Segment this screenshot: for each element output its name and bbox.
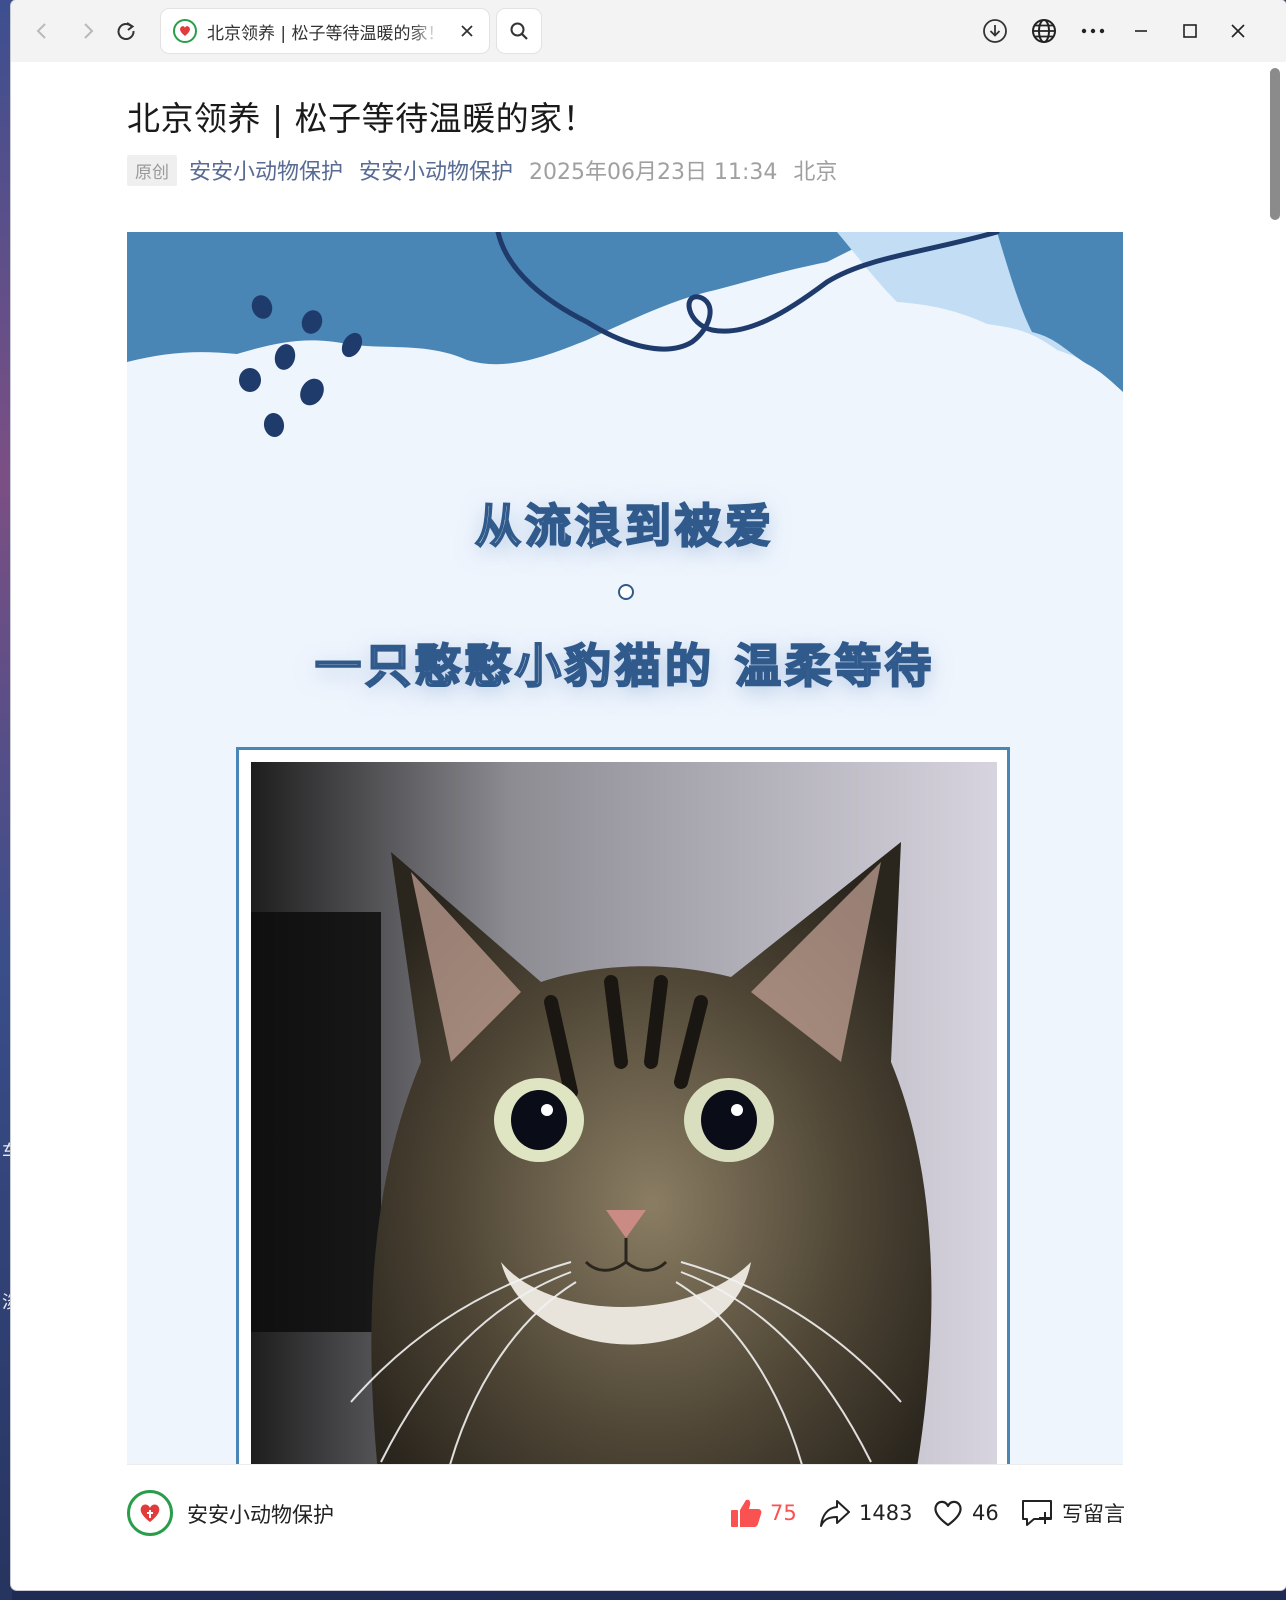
article-title: 北京领养 | 松子等待温暖的家！ xyxy=(127,99,597,138)
like-button[interactable]: 75 xyxy=(730,1495,797,1531)
account-avatar[interactable] xyxy=(127,1490,173,1536)
translate-button[interactable] xyxy=(1027,14,1061,48)
original-tag: 原创 xyxy=(127,154,177,186)
maximize-icon xyxy=(1183,24,1197,38)
comment-icon xyxy=(1022,1500,1052,1526)
site-logo-icon xyxy=(173,19,197,43)
forward-icon xyxy=(84,23,94,39)
window-close-button[interactable] xyxy=(1221,14,1255,48)
scrollbar-thumb[interactable] xyxy=(1270,68,1280,220)
banner-headline-1: 从流浪到被爱 xyxy=(474,498,775,554)
title-bar: 北京领养 | 松子等待温暖的家！ xyxy=(11,0,1286,62)
author-link[interactable]: 安安小动物保护 xyxy=(189,154,343,186)
vertical-scrollbar[interactable] xyxy=(1264,62,1286,1590)
tab-title: 北京领养 | 松子等待温暖的家！ xyxy=(207,23,439,44)
publish-date: 2025年06月23日 11:34 xyxy=(529,160,778,185)
article-cover-image: 从流浪到被爱 一只憨憨小豹猫的 温柔等待 xyxy=(127,232,1123,1464)
download-icon xyxy=(983,19,1007,43)
globe-icon xyxy=(1032,19,1056,43)
comment-button[interactable]: 写留言 xyxy=(1020,1495,1125,1531)
article-action-bar: 安安小动物保护 75 1483 46 写留言 xyxy=(127,1464,1125,1561)
cat-photo xyxy=(251,762,997,1464)
browser-tab[interactable]: 北京领养 | 松子等待温暖的家！ xyxy=(161,9,489,53)
banner-dot-ornament xyxy=(618,584,634,600)
refresh-button[interactable] xyxy=(109,14,143,48)
tab-close-button[interactable] xyxy=(455,19,479,43)
minimize-icon xyxy=(1135,30,1147,32)
more-icon xyxy=(1081,28,1105,34)
browser-window: 北京领养 | 松子等待温暖的家！ 北京领养 | 松子等待温暖的家！ 原创 安安小… xyxy=(11,0,1286,1590)
favorite-count: 46 xyxy=(972,1501,999,1525)
article-meta: 原创 安安小动物保护 安安小动物保护 2025年06月23日 11:34 北京 xyxy=(127,154,837,186)
account-link[interactable]: 安安小动物保护 xyxy=(359,154,513,186)
search-icon xyxy=(510,22,528,40)
minimize-button[interactable] xyxy=(1124,14,1158,48)
cat-illustration xyxy=(251,762,997,1464)
search-button[interactable] xyxy=(497,9,541,53)
download-button[interactable] xyxy=(978,14,1012,48)
window-close-icon xyxy=(1231,24,1245,38)
back-icon xyxy=(36,23,46,39)
maximize-button[interactable] xyxy=(1173,14,1207,48)
banner-headline-2: 一只憨憨小豹猫的 温柔等待 xyxy=(314,638,935,694)
share-icon xyxy=(820,1500,850,1527)
like-count: 75 xyxy=(770,1501,797,1525)
heart-icon xyxy=(934,1500,962,1527)
close-icon xyxy=(461,25,473,37)
cat-photo-frame xyxy=(236,747,1010,1464)
thumbs-up-icon xyxy=(731,1499,762,1527)
torn-paper-decoration xyxy=(127,232,1123,462)
refresh-icon xyxy=(117,22,135,40)
more-button[interactable] xyxy=(1076,14,1110,48)
forward-button[interactable] xyxy=(71,14,105,48)
publish-location: 北京 xyxy=(793,160,838,185)
favorite-button[interactable]: 46 xyxy=(932,1495,999,1531)
comment-label: 写留言 xyxy=(1062,1502,1125,1526)
share-count: 1483 xyxy=(859,1501,913,1525)
heart-logo-icon xyxy=(140,1504,160,1522)
back-button[interactable] xyxy=(25,14,59,48)
share-button[interactable]: 1483 xyxy=(819,1495,912,1531)
account-name[interactable]: 安安小动物保护 xyxy=(187,1499,334,1529)
